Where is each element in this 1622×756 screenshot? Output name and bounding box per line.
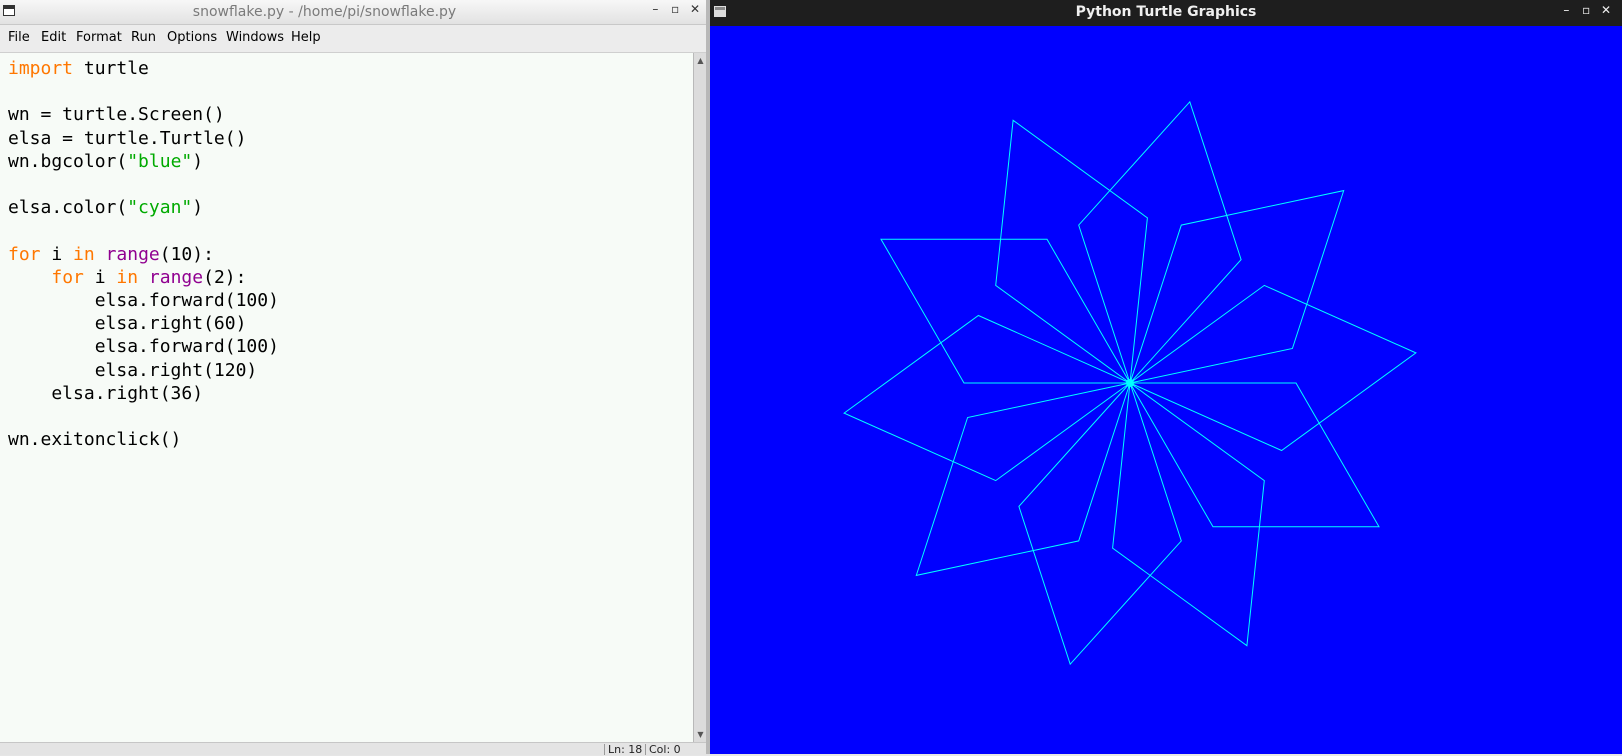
- code-line: elsa.right(36): [8, 383, 203, 404]
- code-line: for i in range(2):: [8, 267, 246, 288]
- code-token: wn.bgcolor(: [8, 150, 128, 172]
- code-token: ): [192, 150, 204, 172]
- code-line: import turtle: [8, 58, 149, 79]
- turtle-window-controls: – ▫ ✕: [1558, 3, 1614, 17]
- menu-file[interactable]: File: [8, 30, 30, 45]
- menu-format[interactable]: Format: [76, 30, 122, 45]
- keyword-token: in: [73, 243, 95, 265]
- code-line: wn = turtle.Screen(): [8, 104, 225, 125]
- line-indicator: Ln: 18: [604, 744, 645, 755]
- code-token: (10):: [159, 243, 214, 265]
- turtle-canvas[interactable]: [713, 27, 1622, 754]
- code-token: elsa.right(36): [8, 382, 204, 404]
- code-line: elsa.forward(100): [8, 290, 279, 311]
- string-token: "blue": [127, 150, 193, 172]
- code-token: wn.exitonclick(): [8, 429, 182, 451]
- builtin-token: range: [148, 266, 204, 288]
- code-token: (2):: [203, 266, 247, 288]
- builtin-token: range: [105, 243, 160, 265]
- string-token: "cyan": [127, 197, 193, 219]
- code-line: wn.bgcolor("blue"): [8, 151, 203, 172]
- menu-windows[interactable]: Windows: [226, 30, 284, 45]
- code-token: elsa.color(: [8, 197, 128, 219]
- turtle-titlebar[interactable]: Python Turtle Graphics – ▫ ✕: [710, 0, 1622, 26]
- code-token: elsa.forward(100): [8, 290, 279, 312]
- code-line: wn.exitonclick(): [8, 429, 181, 450]
- code-line: elsa.right(120): [8, 359, 258, 381]
- code-token: elsa.right(60): [8, 313, 247, 335]
- keyword-token: for: [8, 243, 41, 265]
- code-token: turtle: [73, 58, 149, 79]
- menu-run[interactable]: Run: [131, 30, 156, 45]
- code-token: elsa.forward(100): [8, 336, 279, 358]
- menu-edit[interactable]: Edit: [41, 30, 66, 45]
- editor-window: snowflake.py - /home/pi/snowflake.py – ▫…: [0, 0, 709, 755]
- menu-options[interactable]: Options: [167, 30, 217, 45]
- maximize-icon[interactable]: ▫: [1578, 3, 1594, 17]
- code-token: ): [192, 197, 204, 219]
- turtle-window-title: Python Turtle Graphics: [1075, 4, 1257, 20]
- code-token: i: [40, 243, 74, 265]
- code-line: elsa.color("cyan"): [8, 197, 203, 218]
- source-code[interactable]: import turtle wn = turtle.Screen() elsa …: [8, 57, 279, 451]
- keyword-token: import: [8, 58, 74, 79]
- code-token: elsa = turtle.Turtle(): [8, 127, 247, 149]
- snowflake-drawing: [843, 100, 1417, 666]
- scroll-down-icon[interactable]: ▼: [695, 729, 706, 740]
- keyword-token: for: [51, 266, 84, 288]
- minimize-icon[interactable]: –: [1558, 3, 1574, 17]
- editor-titlebar[interactable]: snowflake.py - /home/pi/snowflake.py – ▫…: [0, 0, 709, 25]
- column-indicator: Col: 0: [645, 744, 684, 755]
- maximize-icon[interactable]: ▫: [667, 2, 683, 16]
- turtle-graphics-window: Python Turtle Graphics – ▫ ✕: [710, 0, 1622, 754]
- menu-bar: File Edit Format Run Options Windows Hel…: [0, 25, 709, 53]
- status-bar: Ln: 18 Col: 0: [0, 742, 709, 755]
- editor-title: snowflake.py - /home/pi/snowflake.py: [192, 4, 457, 20]
- close-icon[interactable]: ✕: [687, 2, 703, 16]
- code-token: wn = turtle.Screen(): [8, 104, 225, 126]
- code-line: elsa.forward(100): [8, 336, 279, 357]
- code-line: elsa = turtle.Turtle(): [8, 128, 246, 149]
- scroll-up-icon[interactable]: ▲: [695, 55, 706, 66]
- editor-window-controls: – ▫ ✕: [647, 2, 703, 16]
- close-icon[interactable]: ✕: [1598, 3, 1614, 17]
- keyword-token: in: [116, 266, 139, 288]
- code-line: for i in range(10):: [8, 244, 214, 265]
- code-token: elsa.right(120): [8, 359, 258, 381]
- turtle-cursor: [1126, 379, 1134, 387]
- code-token: i: [83, 266, 117, 288]
- code-line: elsa.right(60): [8, 313, 247, 335]
- vertical-scrollbar[interactable]: ▲ ▼: [693, 53, 707, 742]
- code-editor[interactable]: import turtle wn = turtle.Screen() elsa …: [0, 53, 693, 742]
- menu-help[interactable]: Help: [291, 30, 321, 45]
- minimize-icon[interactable]: –: [647, 2, 663, 16]
